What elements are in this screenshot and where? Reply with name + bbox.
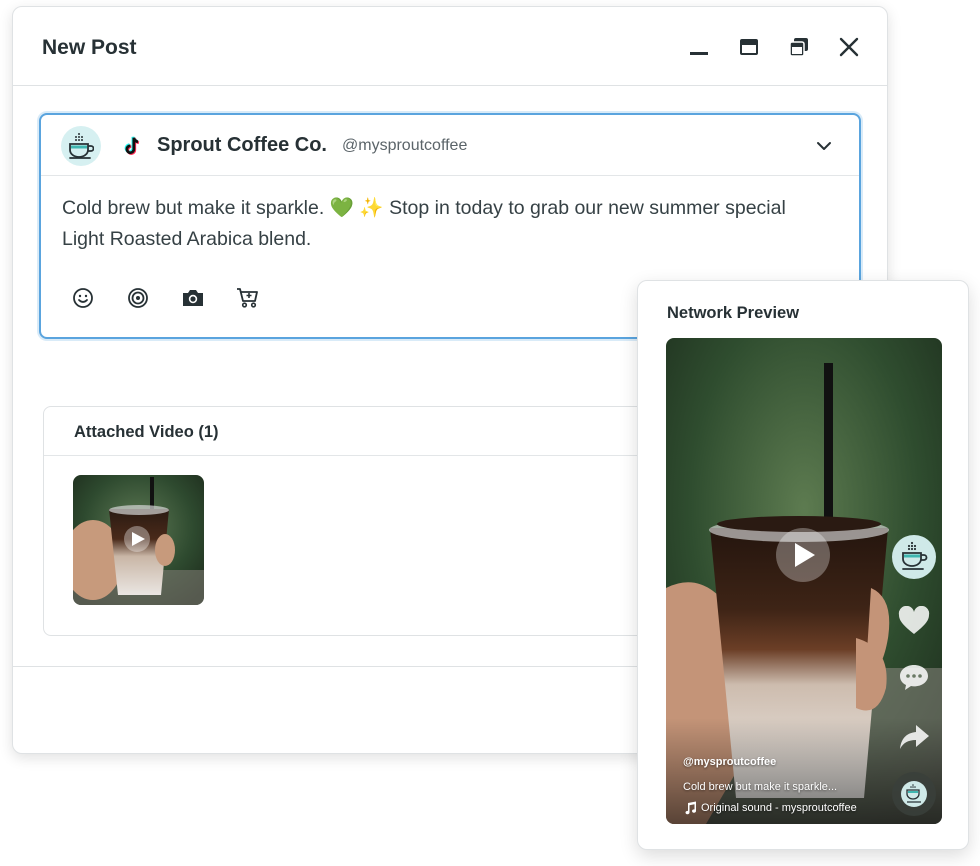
coffee-cup-icon [69, 133, 94, 159]
comment-icon [900, 665, 928, 690]
cart-icon [237, 288, 258, 308]
close-icon [839, 37, 859, 57]
post-text-area[interactable]: Cold brew but make it sparkle. 💚 ✨ Stop … [62, 193, 852, 255]
maximize-button[interactable] [737, 35, 761, 59]
profile-button[interactable] [890, 533, 938, 581]
window-header: New Post [13, 7, 887, 86]
media-button[interactable] [180, 285, 206, 311]
pop-out-button[interactable] [787, 35, 811, 59]
target-icon [128, 288, 148, 308]
iced-coffee-image [73, 475, 204, 605]
window-title: New Post [42, 36, 137, 59]
share-icon [900, 725, 929, 749]
pop-out-icon [789, 38, 808, 57]
account-handle: @mysproutcoffee [342, 137, 468, 154]
post-text-line: Cold brew but make it sparkle. 💚 ✨ Stop … [62, 197, 786, 219]
account-selector[interactable]: Sprout Coffee Co. @mysproutcoffee [41, 115, 859, 176]
attached-video-panel: Attached Video (1) [43, 406, 663, 636]
music-disc-icon [892, 772, 936, 816]
camera-icon [183, 290, 203, 306]
post-text-line: Light Roasted Arabica blend. [62, 228, 312, 250]
minimize-button[interactable] [687, 35, 711, 59]
tiktok-video-preview[interactable]: @mysproutcoffee Cold brew but make it sp… [666, 338, 942, 824]
account-name: Sprout Coffee Co. [157, 134, 327, 156]
video-sound[interactable]: Original sound - mysproutcoffee [683, 801, 857, 815]
video-caption: Cold brew but make it sparkle... [683, 781, 838, 793]
maximize-icon [740, 39, 758, 55]
like-button[interactable] [890, 597, 938, 645]
emoji-icon [73, 288, 93, 308]
targeting-button[interactable] [125, 285, 151, 311]
heart-icon [898, 606, 930, 634]
tiktok-icon [124, 136, 140, 155]
comment-button[interactable] [890, 653, 938, 701]
music-note-icon [685, 801, 697, 815]
share-button[interactable] [890, 713, 938, 761]
sound-disc-button[interactable] [890, 770, 938, 818]
close-button[interactable] [837, 35, 861, 59]
avatar [61, 126, 101, 166]
chevron-down-icon[interactable] [815, 137, 833, 155]
video-handle: @mysproutcoffee [683, 756, 777, 768]
coffee-cup-icon [892, 535, 936, 579]
minimize-icon [690, 52, 708, 55]
product-button[interactable] [235, 285, 261, 311]
video-thumbnail[interactable] [73, 475, 204, 605]
attached-video-title: Attached Video (1) [74, 423, 219, 441]
emoji-button[interactable] [70, 285, 96, 311]
attached-video-header: Attached Video (1) [44, 407, 662, 456]
network-preview-panel: Network Preview @mysproutcoffee Cold bre… [637, 280, 969, 850]
network-preview-title: Network Preview [667, 304, 800, 322]
video-sound-label: Original sound - mysproutcoffee [701, 802, 857, 814]
